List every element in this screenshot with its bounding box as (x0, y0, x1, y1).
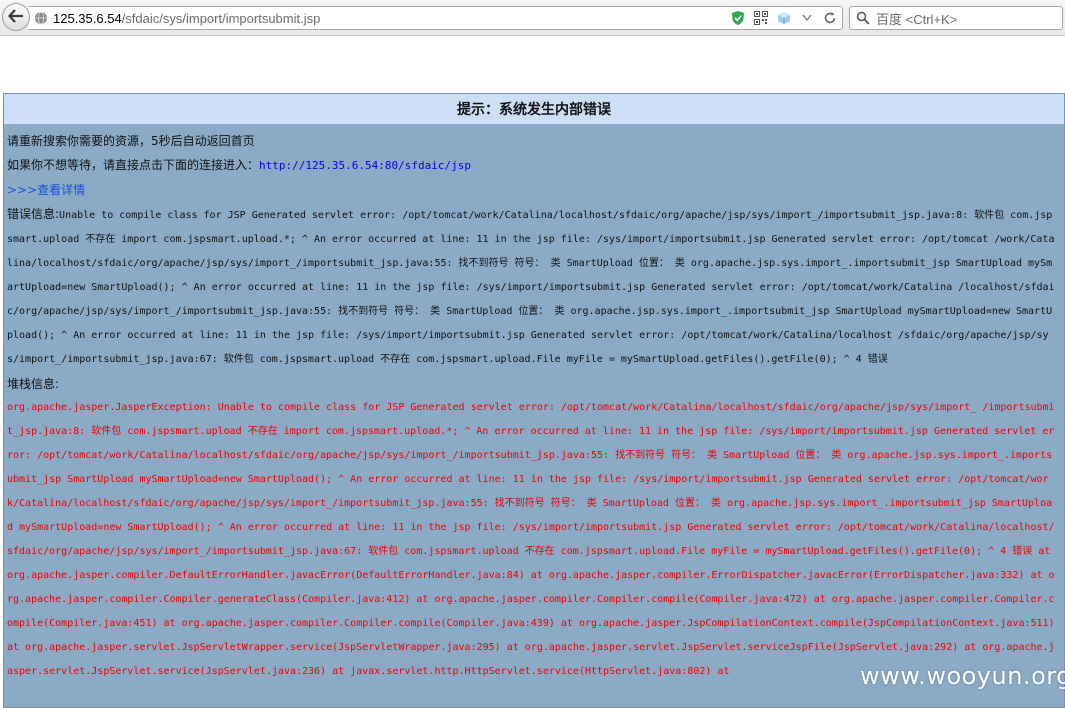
view-details-line: >>>查看详情 (7, 178, 1061, 202)
shield-check-icon[interactable] (730, 10, 746, 26)
qr-code-icon[interactable] (753, 10, 769, 26)
cube-icon[interactable] (776, 10, 792, 26)
view-details-link[interactable]: 查看详情 (37, 183, 85, 197)
stack-trace: org.apache.jasper.JasperException: Unabl… (7, 402, 1055, 677)
search-placeholder: 百度 <Ctrl+K> (876, 11, 958, 27)
home-link[interactable]: http://125.35.6.54:80/sfdaic/jsp (259, 159, 471, 172)
search-icon (856, 11, 870, 25)
error-panel: 提示：系统发生内部错误 请重新搜索你需要的资源，5秒后自动返回首页 如果你不想等… (3, 93, 1065, 708)
error-label: 错误信息: (7, 207, 60, 221)
error-message: 错误信息:Unable to compile class for JSP Gen… (7, 202, 1061, 372)
address-bar-icons (730, 9, 838, 27)
url-path: /sfdaic/sys/import/importsubmit.jsp (121, 10, 321, 26)
redirect-notice: 请重新搜索你需要的资源，5秒后自动返回首页 (7, 134, 255, 148)
back-button[interactable] (2, 3, 30, 31)
direct-link-line: 如果你不想等待，请直接点击下面的连接进入：http://125.35.6.54:… (7, 153, 1061, 178)
browser-toolbar: 125.35.6.54/sfdaic/sys/import/importsubm… (0, 0, 1065, 36)
direct-link-prefix: 如果你不想等待，请直接点击下面的连接进入： (7, 158, 260, 172)
dropdown-arrow-icon[interactable] (799, 10, 815, 26)
details-arrows: >>> (7, 183, 38, 197)
panel-body: 请重新搜索你需要的资源，5秒后自动返回首页 如果你不想等待，请直接点击下面的连接… (4, 125, 1064, 684)
watermark: www.wooyun.org (860, 662, 1065, 690)
address-text[interactable]: 125.35.6.54/sfdaic/sys/import/importsubm… (53, 11, 320, 26)
panel-title: 提示：系统发生内部错误 (4, 94, 1064, 125)
search-input[interactable]: 百度 <Ctrl+K> (849, 6, 1063, 30)
error-text: Unable to compile class for JSP Generate… (7, 210, 1055, 365)
stack-label: 堆栈信息: (7, 377, 60, 391)
reload-icon[interactable] (822, 10, 838, 26)
address-bar[interactable]: 125.35.6.54/sfdaic/sys/import/importsubm… (28, 6, 843, 30)
back-arrow-icon (8, 8, 24, 27)
globe-icon (34, 11, 48, 25)
url-host: 125.35.6.54 (53, 10, 122, 26)
